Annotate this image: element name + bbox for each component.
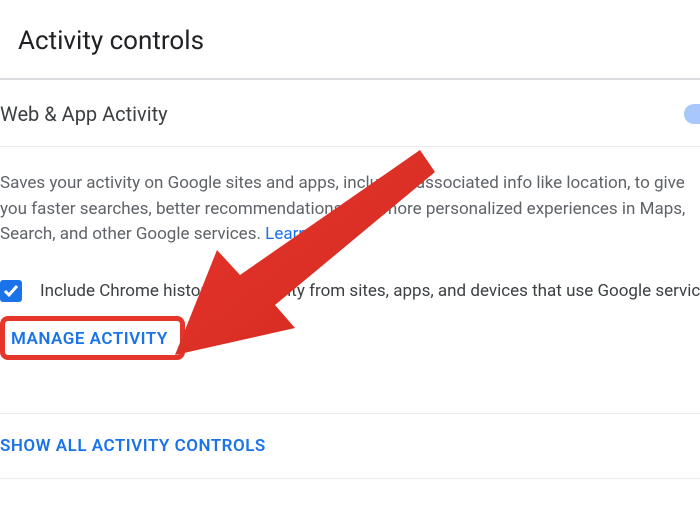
section-title-row: Web & App Activity bbox=[0, 102, 700, 126]
description-block: Saves your activity on Google sites and … bbox=[0, 147, 700, 360]
activity-description: Saves your activity on Google sites and … bbox=[0, 171, 696, 248]
manage-activity-link[interactable]: MANAGE ACTIVITY bbox=[11, 329, 168, 349]
show-all-activity-controls-link[interactable]: SHOW ALL ACTIVITY CONTROLS bbox=[0, 414, 700, 479]
page-title: Activity controls bbox=[18, 26, 682, 56]
web-app-activity-title-section: Web & App Activity bbox=[0, 80, 700, 147]
checkmark-icon bbox=[3, 283, 19, 299]
section-title: Web & App Activity bbox=[0, 102, 168, 126]
section-divider bbox=[0, 360, 700, 414]
highlight-annotation: MANAGE ACTIVITY bbox=[0, 316, 185, 360]
include-chrome-history-label: Include Chrome history and activity from… bbox=[40, 281, 700, 301]
manage-activity-wrap: MANAGE ACTIVITY bbox=[0, 316, 185, 360]
learn-more-link[interactable]: Learn more bbox=[265, 224, 351, 244]
activity-toggle[interactable] bbox=[684, 104, 700, 124]
include-chrome-history-row[interactable]: Include Chrome history and activity from… bbox=[0, 280, 696, 302]
include-chrome-history-checkbox[interactable] bbox=[0, 280, 22, 302]
page-header: Activity controls bbox=[0, 0, 700, 80]
